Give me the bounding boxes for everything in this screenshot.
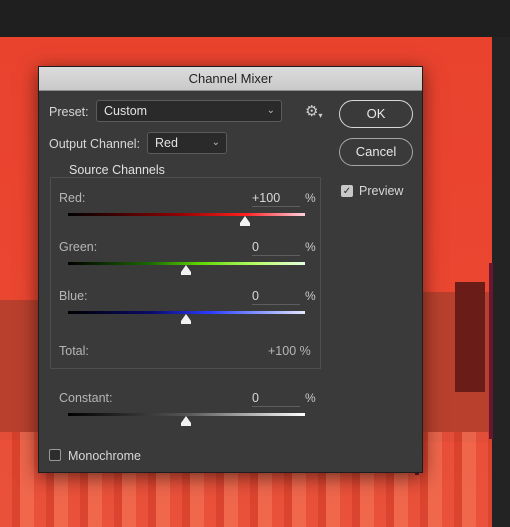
total-label: Total: [59, 344, 89, 358]
red-slider-track[interactable] [68, 213, 305, 216]
green-value-field[interactable]: 0 [252, 239, 300, 256]
red-slider-thumb[interactable] [240, 216, 250, 226]
channel-mixer-dialog: Channel Mixer Preset: Custom ⌄ ⚙▾ Output… [38, 66, 423, 473]
green-label: Green: [59, 240, 98, 254]
preview-label: Preview [359, 184, 404, 198]
preview-checkbox[interactable]: ✓ [341, 185, 353, 197]
total-value: +100 % [268, 344, 311, 358]
edge-mark [489, 263, 493, 439]
red-unit: % [305, 191, 316, 205]
monochrome-checkbox[interactable] [49, 449, 61, 461]
building-right-dark [455, 282, 485, 392]
green-slider-thumb[interactable] [181, 265, 191, 275]
dialog-title[interactable]: Channel Mixer [39, 67, 422, 91]
constant-unit: % [305, 391, 316, 405]
blue-label: Blue: [59, 289, 88, 303]
constant-label: Constant: [59, 391, 113, 405]
blue-slider-thumb[interactable] [181, 314, 191, 324]
output-channel-select[interactable]: Red ⌄ [147, 132, 227, 154]
preset-select[interactable]: Custom ⌄ [96, 100, 282, 122]
green-unit: % [305, 240, 316, 254]
constant-slider-thumb[interactable] [181, 416, 191, 426]
checkmark-icon: ✓ [342, 186, 352, 197]
source-channels-title: Source Channels [64, 163, 170, 177]
gear-icon[interactable]: ⚙▾ [305, 102, 322, 120]
chevron-down-icon: ⌄ [211, 137, 220, 148]
output-channel-value: Red [155, 136, 178, 150]
constant-value-field[interactable]: 0 [252, 390, 300, 407]
red-label: Red: [59, 191, 86, 205]
canvas-edge [492, 37, 510, 527]
ok-button[interactable]: OK [339, 100, 413, 128]
blue-unit: % [305, 289, 316, 303]
preset-label: Preset: [49, 105, 89, 119]
output-channel-label: Output Channel: [49, 137, 141, 151]
blue-value-field[interactable]: 0 [252, 288, 300, 305]
monochrome-label: Monochrome [68, 449, 141, 463]
red-value-field[interactable]: +100 [252, 190, 300, 207]
chevron-down-icon: ⌄ [266, 105, 275, 116]
cancel-button[interactable]: Cancel [339, 138, 413, 166]
preset-value: Custom [104, 104, 148, 118]
